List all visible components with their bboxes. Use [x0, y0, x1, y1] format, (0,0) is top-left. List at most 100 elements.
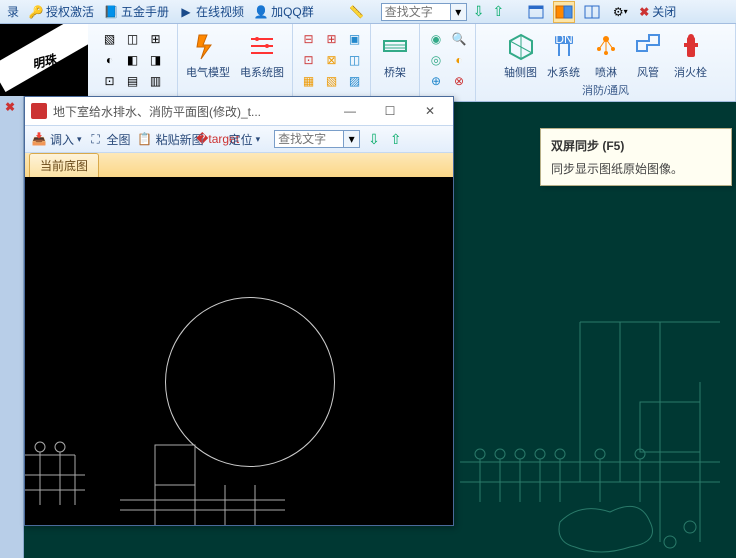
menu-close[interactable]: ✖关闭	[636, 3, 679, 20]
ribbon-small-tools2: ⊟ ⊞ ▣ ⊡ ⊠ ◫ ▦ ▧ ▨	[293, 24, 371, 101]
top-menubar: 录 🔑授权激活 📘五金手册 ▶在线视频 👤加QQ群 📏 ▾ ⇩ ⇧ ⚙▾ ✖关闭	[0, 0, 736, 24]
ribbon-small-tools3: ◉ 🔍 ◎ ◐ ⊕ ⊗	[420, 24, 476, 101]
btn-paste-new[interactable]: 📋粘贴新图	[137, 131, 204, 148]
child-app-icon	[31, 103, 47, 119]
child-title: 地下室给水排水、消防平面图(修改)_t...	[53, 103, 327, 120]
tool-settings-icon[interactable]: ⚙▾	[609, 1, 631, 23]
child-toolbar: 📥调入▾ ⛶全图 📋粘贴新图 �target定位▾ ▾ ⇩ ⇧	[25, 125, 453, 153]
tool-h2-icon[interactable]: ◐	[449, 51, 469, 69]
tool-e3-icon[interactable]: ◫	[345, 51, 365, 69]
ribbon: 明珠 ▧ ◫ ⊞ ◐ ◧ ◨ ⊡ ▤ ▥ 电气模型 电系统图 ⊟ ⊞ ▣ ⊡ ⊠…	[0, 24, 736, 102]
tool-b3-icon[interactable]: ◨	[146, 51, 166, 69]
tool-a3-icon[interactable]: ⊞	[146, 30, 166, 48]
top-search-input[interactable]	[381, 3, 451, 21]
tool-d2-icon[interactable]: ⊞	[322, 30, 342, 48]
child-window: 地下室给水排水、消防平面图(修改)_t... — ☐ ✕ 📥调入▾ ⛶全图 📋粘…	[24, 96, 454, 526]
search-prev-icon[interactable]: ⇩	[471, 3, 487, 20]
search-next-icon[interactable]: ⇧	[490, 3, 506, 20]
svg-text:DN: DN	[555, 34, 572, 46]
qq-icon: 👤	[254, 5, 268, 19]
tool-b2-icon[interactable]: ◧	[123, 51, 143, 69]
tool-c2-icon[interactable]: ▤	[123, 72, 143, 90]
axon-icon	[505, 30, 537, 62]
import-icon: 📥	[31, 131, 47, 147]
tool-window1-icon[interactable]	[525, 1, 547, 23]
tool-e2-icon[interactable]: ⊠	[322, 51, 342, 69]
key-icon: 🔑	[29, 5, 43, 19]
menu-license[interactable]: 🔑授权激活	[26, 3, 97, 20]
btn-duct[interactable]: 风管	[630, 28, 666, 82]
tool-e1-icon[interactable]: ⊡	[299, 51, 319, 69]
tool-g2-icon[interactable]: 🔍	[449, 30, 469, 48]
tool-a2-icon[interactable]: ◫	[123, 30, 143, 48]
tooltip-body: 同步显示图纸原始图像。	[551, 160, 721, 177]
tool-f1-icon[interactable]: ▦	[299, 72, 319, 90]
tool-h1-icon[interactable]: ◎	[426, 51, 446, 69]
child-search-dropdown[interactable]: ▾	[344, 130, 360, 148]
ribbon-small-tools: ▧ ◫ ⊞ ◐ ◧ ◨ ⊡ ▤ ▥	[88, 24, 178, 101]
fit-icon: ⛶	[88, 131, 104, 147]
btn-import[interactable]: 📥调入▾	[31, 131, 82, 148]
child-minimize-button[interactable]: —	[333, 100, 367, 122]
tab-current-base[interactable]: 当前底图	[29, 153, 99, 177]
child-tabstrip: 当前底图	[25, 153, 453, 177]
book-icon: 📘	[104, 5, 118, 19]
tool-i1-icon[interactable]: ⊕	[426, 72, 446, 90]
electric-system-icon	[246, 30, 278, 62]
tool-measure-icon[interactable]: 📏	[346, 1, 368, 23]
tool-c1-icon[interactable]: ⊡	[100, 72, 120, 90]
tool-g1-icon[interactable]: ◉	[426, 30, 446, 48]
play-icon: ▶	[179, 5, 193, 19]
ribbon-group-electric: 电气模型 电系统图	[178, 24, 293, 101]
btn-electric-model[interactable]: 电气模型	[184, 28, 232, 82]
top-search: ▾	[381, 3, 467, 21]
btn-sprinkler[interactable]: 喷淋	[588, 28, 624, 82]
tool-f3-icon[interactable]: ▨	[345, 72, 365, 90]
tool-d1-icon[interactable]: ⊟	[299, 30, 319, 48]
close-icon: ✖	[639, 5, 649, 19]
menu-hardware-manual[interactable]: 📘五金手册	[101, 3, 172, 20]
menu-record[interactable]: 录	[4, 3, 22, 20]
btn-water-system[interactable]: DN水系统	[545, 28, 582, 82]
child-search-next-icon[interactable]: ⇧	[388, 131, 404, 148]
ribbon-group-label: 消防/通风	[582, 82, 629, 100]
duct-icon	[632, 30, 664, 62]
menu-qq-group[interactable]: 👤加QQ群	[251, 3, 317, 20]
ribbon-group-fire: 轴侧图 DN水系统 喷淋 风管 消火栓 消防/通风	[476, 24, 736, 101]
tooltip-title: 双屏同步 (F5)	[551, 137, 721, 154]
btn-axon-view[interactable]: 轴侧图	[502, 28, 539, 82]
child-search-prev-icon[interactable]: ⇩	[366, 131, 382, 148]
btn-bridge[interactable]: 桥架	[377, 28, 413, 82]
hydrant-icon	[675, 30, 707, 62]
ribbon-group-bridge: 桥架	[371, 24, 420, 101]
child-close-button[interactable]: ✕	[413, 100, 447, 122]
tool-d3-icon[interactable]: ▣	[345, 30, 365, 48]
tool-dual-sync-icon[interactable]	[553, 1, 575, 23]
child-search: ▾	[274, 130, 360, 148]
btn-hydrant[interactable]: 消火栓	[672, 28, 709, 82]
electric-model-icon	[192, 30, 224, 62]
child-search-input[interactable]	[274, 130, 344, 148]
tool-i2-icon[interactable]: ⊗	[449, 72, 469, 90]
btn-electric-system[interactable]: 电系统图	[238, 28, 286, 82]
btn-fit-all[interactable]: ⛶全图	[88, 131, 131, 148]
water-system-icon: DN	[548, 30, 580, 62]
tool-window3-icon[interactable]	[581, 1, 603, 23]
btn-locate[interactable]: �target定位▾	[210, 131, 261, 148]
child-titlebar[interactable]: 地下室给水排水、消防平面图(修改)_t... — ☐ ✕	[25, 97, 453, 125]
tool-b1-icon[interactable]: ◐	[100, 51, 120, 69]
tool-f2-icon[interactable]: ▧	[322, 72, 342, 90]
sprinkler-icon	[590, 30, 622, 62]
top-search-dropdown[interactable]: ▾	[451, 3, 467, 21]
app-logo: 明珠	[0, 24, 88, 98]
cad-lines	[25, 405, 453, 525]
paste-icon: 📋	[137, 131, 153, 147]
child-maximize-button[interactable]: ☐	[373, 100, 407, 122]
tool-c3-icon[interactable]: ▥	[146, 72, 166, 90]
locate-icon: �target	[210, 131, 226, 147]
tool-a1-icon[interactable]: ▧	[100, 30, 120, 48]
menu-online-video[interactable]: ▶在线视频	[176, 3, 247, 20]
tooltip: 双屏同步 (F5) 同步显示图纸原始图像。	[540, 128, 732, 186]
bridge-icon	[379, 30, 411, 62]
child-canvas[interactable]	[25, 177, 453, 525]
